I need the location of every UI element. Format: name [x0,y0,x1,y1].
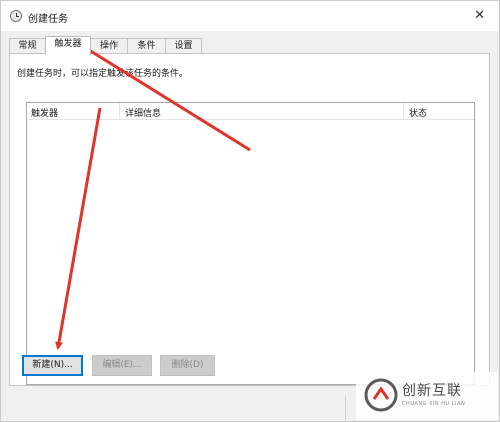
watermark-logo-icon [364,378,398,412]
triggers-panel: 创建任务时，可以指定触发该任务的条件。 触发器 详细信息 状态 [9,53,490,386]
watermark-text-cn: 创新互联 [402,383,462,399]
tab-triggers[interactable]: 触发器 [45,36,91,55]
column-divider[interactable] [403,103,404,120]
window-title: 创建任务 [28,14,68,25]
edit-trigger-button[interactable]: 编辑(E)... [92,355,152,376]
column-details[interactable]: 详细信息 [125,106,161,119]
new-trigger-button[interactable]: 新建(N)... [22,355,83,376]
delete-trigger-button[interactable]: 删除(D) [160,355,215,376]
column-divider[interactable] [119,103,120,120]
watermark: 创新互联 CHUANG XIN HU LIAN [356,372,498,420]
create-task-dialog: 创建任务 ✕ 常规 触发器 操作 条件 设置 创建任务时，可以指定触发该任务的条… [0,0,500,422]
title-bar: 创建任务 ✕ [1,1,499,31]
tab-actions[interactable]: 操作 [90,38,128,54]
bottom-divider [345,396,346,422]
column-trigger[interactable]: 触发器 [31,106,58,119]
list-header: 触发器 详细信息 状态 [27,103,474,120]
tab-settings[interactable]: 设置 [165,38,202,54]
close-icon[interactable]: ✕ [474,8,485,23]
trigger-list[interactable]: 触发器 详细信息 状态 [26,102,475,385]
column-status[interactable]: 状态 [409,106,427,119]
panel-hint: 创建任务时，可以指定触发该任务的条件。 [17,69,189,79]
clock-icon [10,10,22,22]
watermark-text-en: CHUANG XIN HU LIAN [402,401,466,407]
tab-conditions[interactable]: 条件 [127,38,166,54]
tab-general[interactable]: 常规 [9,38,46,54]
